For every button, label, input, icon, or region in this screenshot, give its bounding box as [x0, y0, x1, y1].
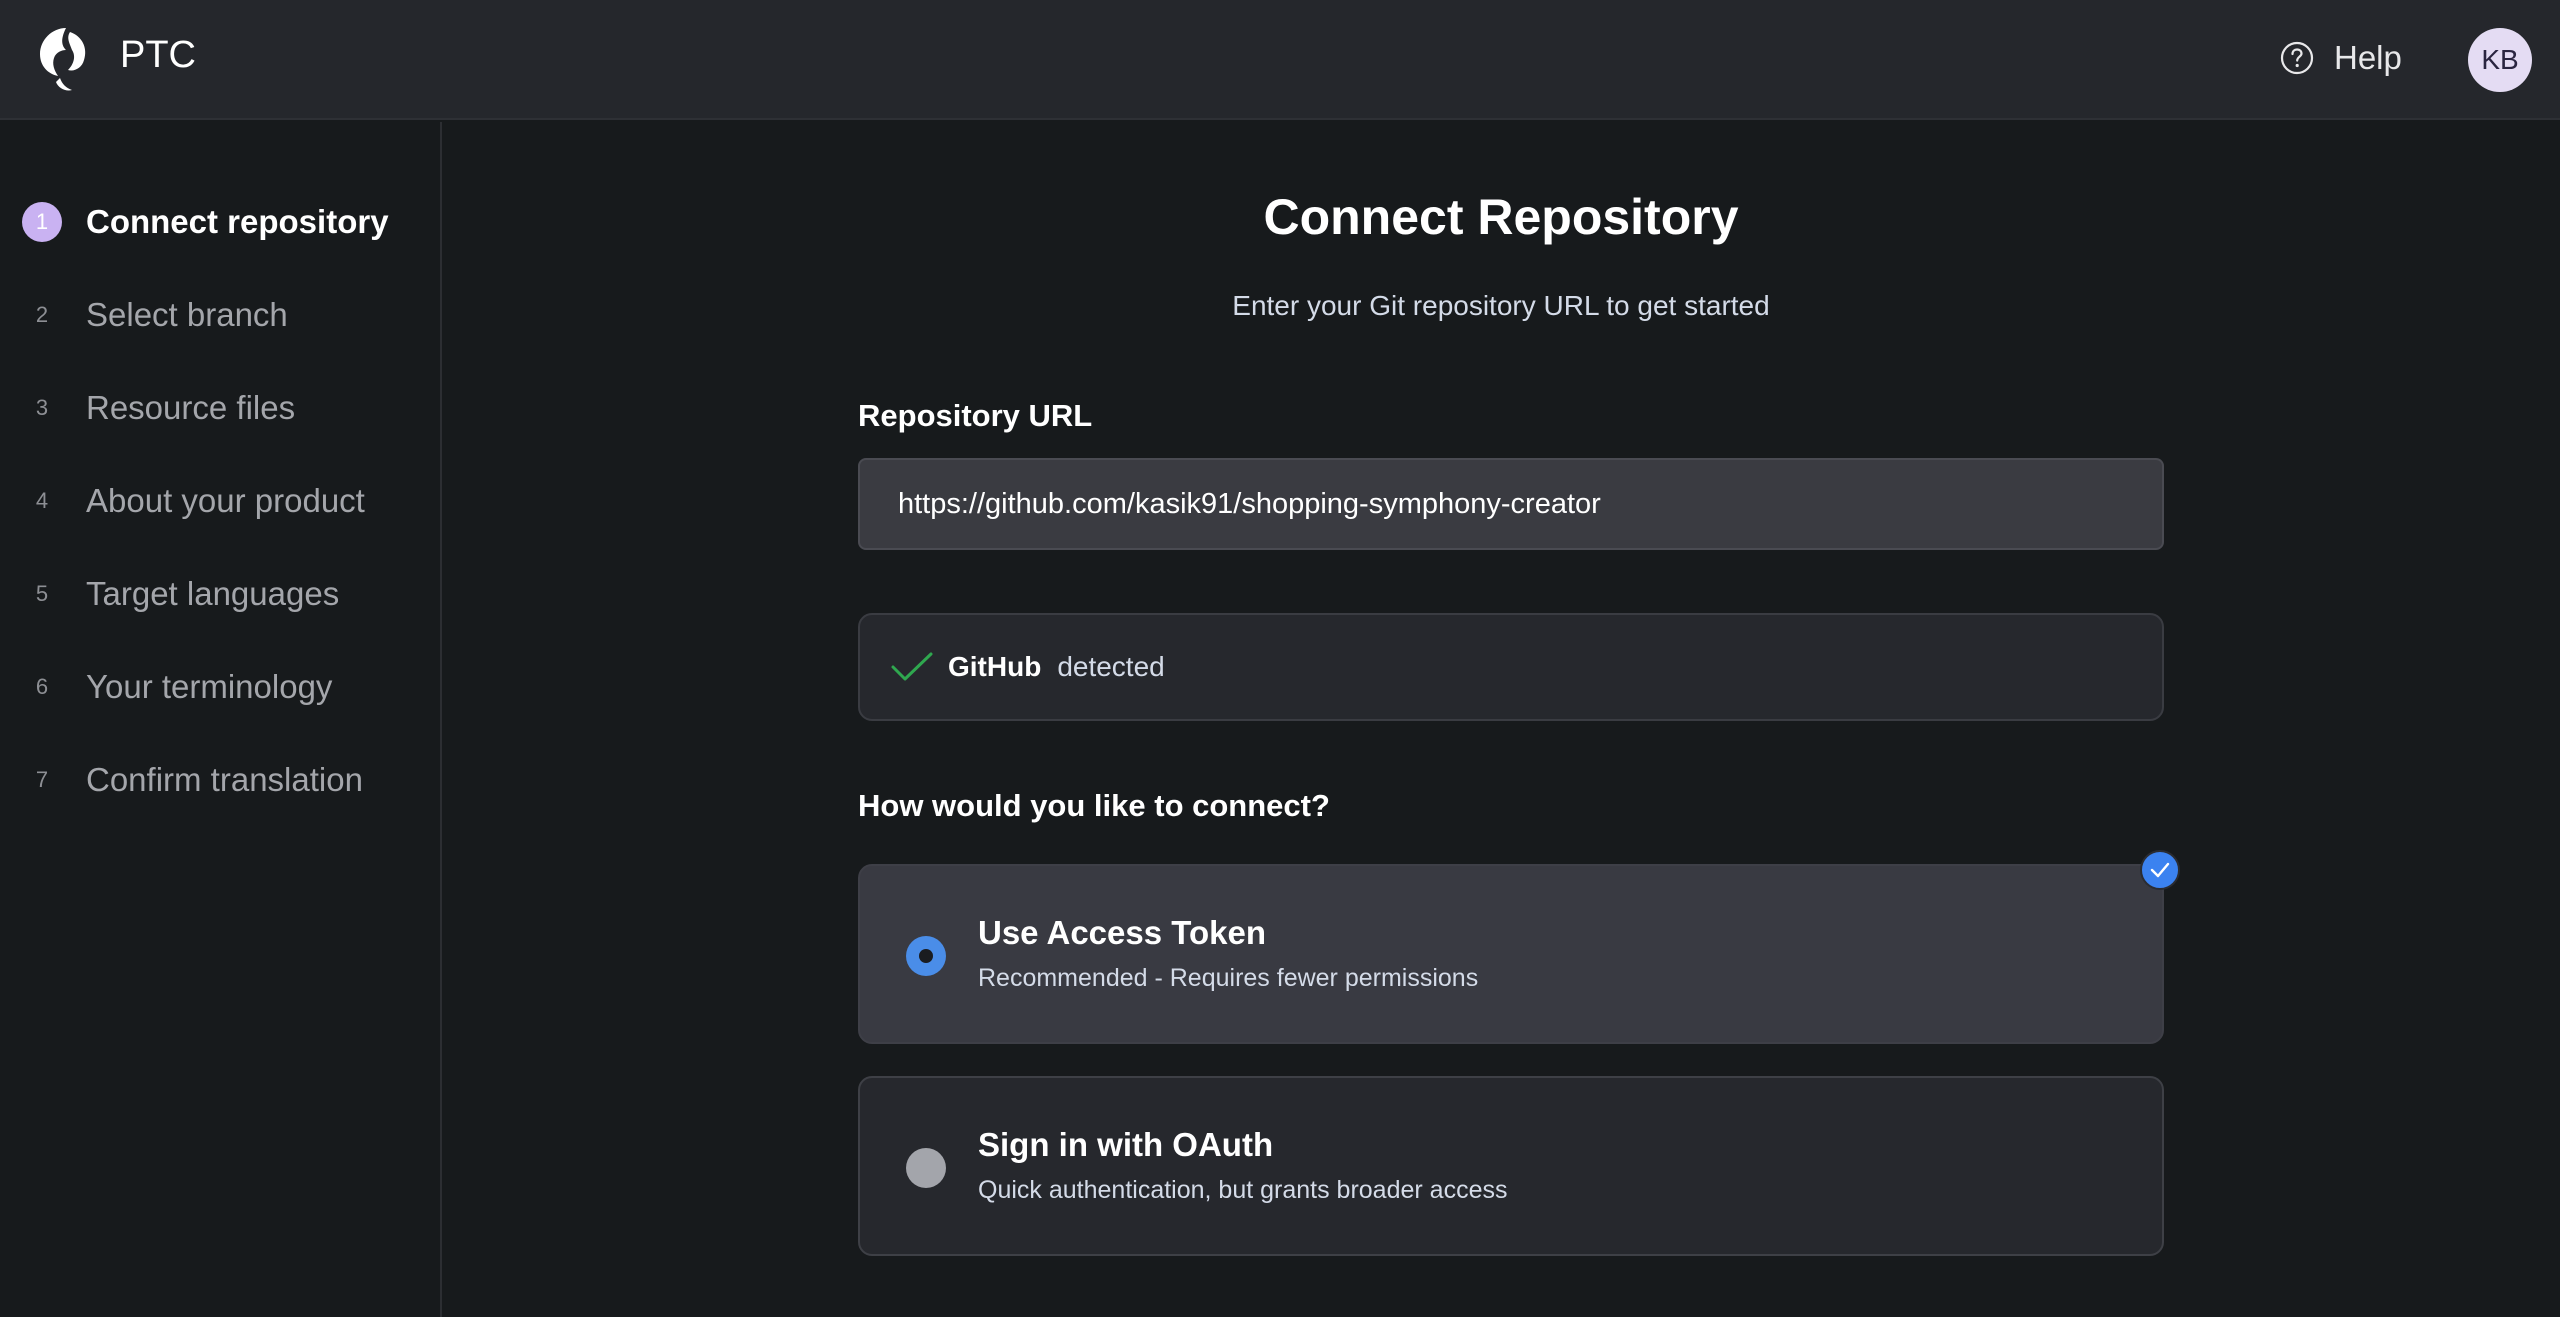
provider-detection-status: GitHub detected [858, 613, 2164, 721]
top-bar: PTC Help KB [0, 0, 2560, 120]
sidebar-step-confirm-translation[interactable]: 7 Confirm translation [22, 750, 363, 810]
radio-oauth[interactable] [906, 1148, 946, 1188]
step-number: 4 [35, 488, 49, 513]
brand-name: PTC [120, 34, 196, 76]
help-button[interactable]: Help [2280, 34, 2402, 82]
step-number: 6 [35, 674, 49, 699]
option-description: Recommended - Requires fewer permissions [978, 964, 1479, 992]
repository-url-input[interactable] [858, 458, 2164, 550]
sidebar-step-target-languages[interactable]: 5 Target languages [22, 564, 339, 624]
ptc-logo-icon[interactable] [36, 22, 92, 94]
sidebar-step-resource-files[interactable]: 3 Resource files [22, 378, 295, 438]
page-subtitle: Enter your Git repository URL to get sta… [1232, 290, 1770, 321]
page-title: Connect Repository [1263, 189, 1739, 245]
help-label: Help [2334, 39, 2402, 76]
option-description: Quick authentication, but grants broader… [978, 1176, 1508, 1204]
sidebar-step-select-branch[interactable]: 2 Select branch [22, 285, 288, 345]
step-number: 3 [35, 395, 49, 420]
step-label: Your terminology [86, 668, 333, 705]
step-number: 5 [35, 581, 49, 606]
step-label: Target languages [86, 575, 340, 612]
checkmark-icon [891, 652, 933, 681]
sidebar-step-about-your-product[interactable]: 4 About your product [22, 471, 365, 531]
option-access-token[interactable]: Use Access Token Recommended - Requires … [858, 864, 2164, 1044]
step-label: Confirm translation [86, 761, 363, 798]
option-title: Use Access Token [978, 914, 1266, 951]
step-label: Select branch [86, 296, 288, 333]
option-oauth[interactable]: Sign in with OAuth Quick authentication,… [858, 1076, 2164, 1256]
steps-sidebar: 1 Connect repository 2 Select branch 3 R… [0, 122, 442, 1317]
sidebar-step-connect-repository[interactable]: 1 Connect repository [22, 192, 389, 252]
step-label: Connect repository [86, 203, 389, 240]
repository-url-label: Repository URL [858, 398, 1093, 433]
sidebar-step-your-terminology[interactable]: 6 Your terminology [22, 657, 333, 717]
step-number: 2 [35, 302, 49, 327]
detected-provider: GitHub [948, 651, 1042, 682]
step-number: 1 [22, 202, 62, 242]
option-title: Sign in with OAuth [978, 1126, 1274, 1163]
check-badge-icon [2140, 850, 2180, 890]
step-label: Resource files [86, 389, 296, 426]
detection-status-text: detected [1057, 651, 1165, 682]
help-circle-icon [2280, 41, 2314, 75]
radio-access-token[interactable] [906, 936, 946, 976]
step-number: 7 [35, 767, 49, 792]
step-label: About your product [86, 482, 365, 519]
connection-method-question: How would you like to connect? [858, 788, 1330, 823]
user-avatar[interactable]: KB [2468, 28, 2532, 92]
